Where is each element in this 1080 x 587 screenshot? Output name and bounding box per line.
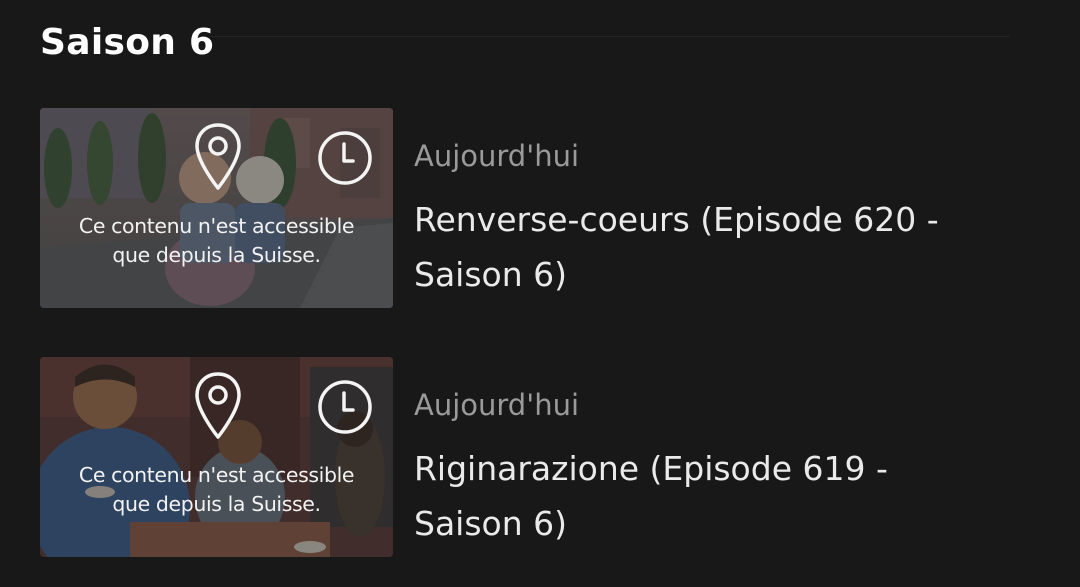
geo-block-line-1: Ce contenu n'est accessible [78,214,355,238]
episode-thumbnail[interactable]: Ce contenu n'est accessible que depuis l… [40,108,393,308]
geo-block-line-2: que depuis la Suisse. [112,243,321,267]
episode-date: Aujourd'hui [414,139,580,173]
clock-icon [318,131,372,185]
episode-thumbnail[interactable]: Ce contenu n'est accessible que depuis l… [40,357,393,557]
location-pin-icon [195,372,241,439]
episode-title[interactable]: Riginarazione (Episode 619 - Saison 6) [414,441,984,551]
geo-block-line-1: Ce contenu n'est accessible [78,463,355,487]
episode-item[interactable]: Ce contenu n'est accessible que depuis l… [40,108,1040,308]
geo-block-message: Ce contenu n'est accessible que depuis l… [40,212,393,270]
geo-block-line-2: que depuis la Suisse. [112,492,321,516]
season-page: Saison 6 Ce contenu n'est accessible que… [0,0,1080,587]
header-divider [210,36,1010,37]
geo-block-message: Ce contenu n'est accessible que depuis l… [40,461,393,519]
episode-date: Aujourd'hui [414,388,580,422]
clock-icon [318,380,372,434]
episode-title[interactable]: Renverse-coeurs (Episode 620 - Saison 6) [414,192,984,302]
location-pin-icon [195,123,241,190]
episode-item[interactable]: Ce contenu n'est accessible que depuis l… [40,357,1040,557]
season-title: Saison 6 [40,22,215,63]
